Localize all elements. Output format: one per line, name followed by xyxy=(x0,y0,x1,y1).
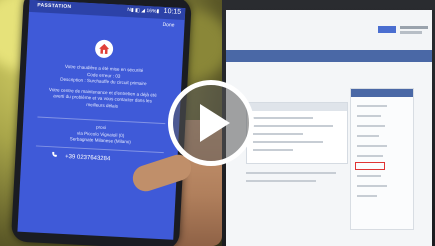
done-button[interactable]: Done xyxy=(162,22,174,29)
table-row xyxy=(253,141,323,143)
side-menu xyxy=(350,88,414,230)
smartphone: PASSTATION N▮ ◧ ◢ 16%▮ 10:15 Done Votre … xyxy=(10,0,192,246)
video-thumbnail[interactable]: PASSTATION N▮ ◧ ◢ 16%▮ 10:15 Done Votre … xyxy=(0,0,435,246)
dashboard-logo xyxy=(378,26,396,33)
service-contact: proxi via Piccolo Vignaioli (0) Serbagna… xyxy=(30,121,171,148)
content-line xyxy=(246,172,336,174)
menu-item-highlighted[interactable] xyxy=(355,162,385,170)
alert-message: Votre chaudière a été mise en sécurité C… xyxy=(32,62,174,112)
phone-screen: PASSTATION N▮ ◧ ◢ 16%▮ 10:15 Done Votre … xyxy=(17,0,186,240)
menu-item[interactable] xyxy=(357,115,381,117)
user-info xyxy=(400,31,422,34)
play-button[interactable] xyxy=(168,80,254,166)
menu-item[interactable] xyxy=(357,135,379,137)
menu-item[interactable] xyxy=(357,105,387,107)
status-time: 10:15 xyxy=(163,7,182,16)
dashboard-nav-bar xyxy=(226,50,432,62)
phone-icon xyxy=(51,151,57,159)
app-name: PASSTATION xyxy=(37,2,72,11)
data-table xyxy=(246,102,348,164)
monitor-screen xyxy=(226,10,432,246)
dashboard-header xyxy=(226,10,432,50)
status-icons: N▮ ◧ ◢ 16%▮ xyxy=(127,7,160,15)
menu-item[interactable] xyxy=(357,155,383,157)
table-row xyxy=(253,117,313,119)
content-line xyxy=(246,180,316,182)
side-menu-header xyxy=(351,89,413,97)
menu-item[interactable] xyxy=(357,145,387,147)
menu-item[interactable] xyxy=(357,125,385,127)
play-icon xyxy=(200,104,230,142)
menu-item[interactable] xyxy=(357,195,377,197)
menu-item[interactable] xyxy=(357,185,387,187)
table-row xyxy=(253,133,303,135)
menu-item[interactable] xyxy=(357,175,381,177)
phone-number[interactable]: +39 0237643284 xyxy=(65,154,110,162)
table-row xyxy=(253,149,293,151)
user-info xyxy=(400,26,428,29)
table-header xyxy=(247,103,347,111)
home-alert-icon xyxy=(94,39,114,59)
call-row[interactable]: +39 0237643284 xyxy=(51,151,110,162)
table-row xyxy=(253,125,333,127)
